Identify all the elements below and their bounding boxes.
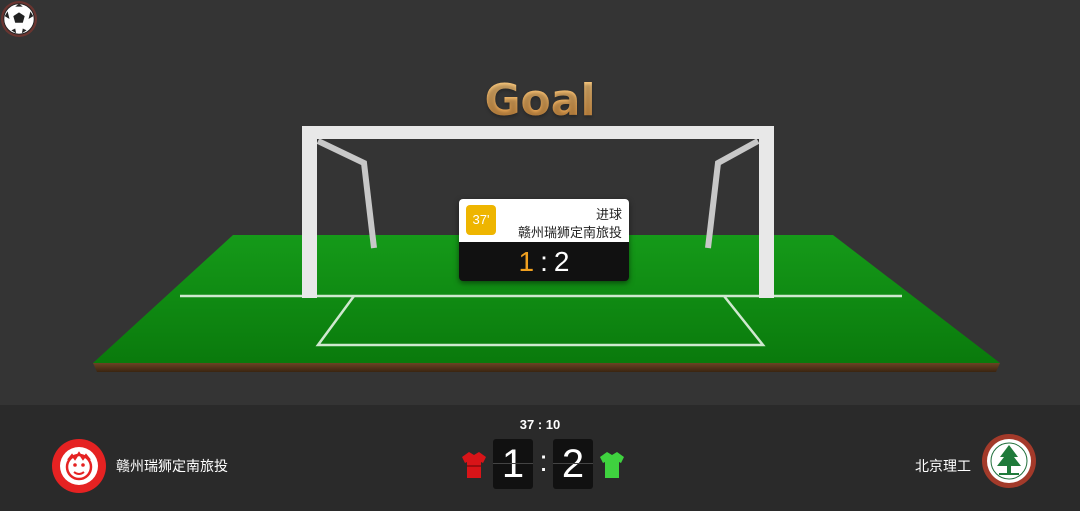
home-score: 1 (493, 439, 533, 489)
event-score-separator: : (540, 246, 548, 277)
goal-event-card: 37' 进球 赣州瑞狮定南旅投 1:2 (459, 199, 629, 281)
goal-animation-stage: Goal 37' 进球 赣州瑞狮定南旅投 1:2 (0, 0, 1080, 405)
university-seal-logo-icon (982, 434, 1036, 488)
goal-banner-title: Goal (0, 75, 1080, 126)
away-jersey-icon (600, 452, 624, 478)
goal-back-support-right (705, 138, 760, 249)
home-team-name: 赣州瑞狮定南旅投 (116, 459, 228, 475)
event-team-name: 赣州瑞狮定南旅投 (517, 226, 622, 241)
pitch-edge (93, 363, 1000, 372)
goal-back-support-left (316, 138, 377, 249)
event-minute-badge: 37' (466, 205, 496, 235)
away-score: 2 (553, 439, 593, 489)
event-card-header: 37' 进球 赣州瑞狮定南旅投 (459, 199, 629, 242)
away-team-name: 北京理工 (915, 459, 971, 475)
scoreboard-bar: 37 : 10 赣州瑞狮定南旅投 1 : 2 北京理工 (0, 405, 1080, 511)
match-clock: 37 : 10 (519, 417, 561, 432)
event-score: 1:2 (459, 242, 629, 281)
home-jersey-icon (462, 452, 486, 478)
lion-club-logo-icon (52, 439, 106, 493)
event-score-home: 1 (518, 246, 535, 277)
event-score-away: 2 (553, 246, 570, 277)
goal-left-post (302, 126, 317, 298)
score-separator: : (539, 445, 548, 478)
goal-right-post (759, 126, 774, 298)
event-type-label: 进球 (595, 208, 622, 223)
football-icon (0, 0, 38, 38)
goal-crossbar (302, 126, 774, 139)
